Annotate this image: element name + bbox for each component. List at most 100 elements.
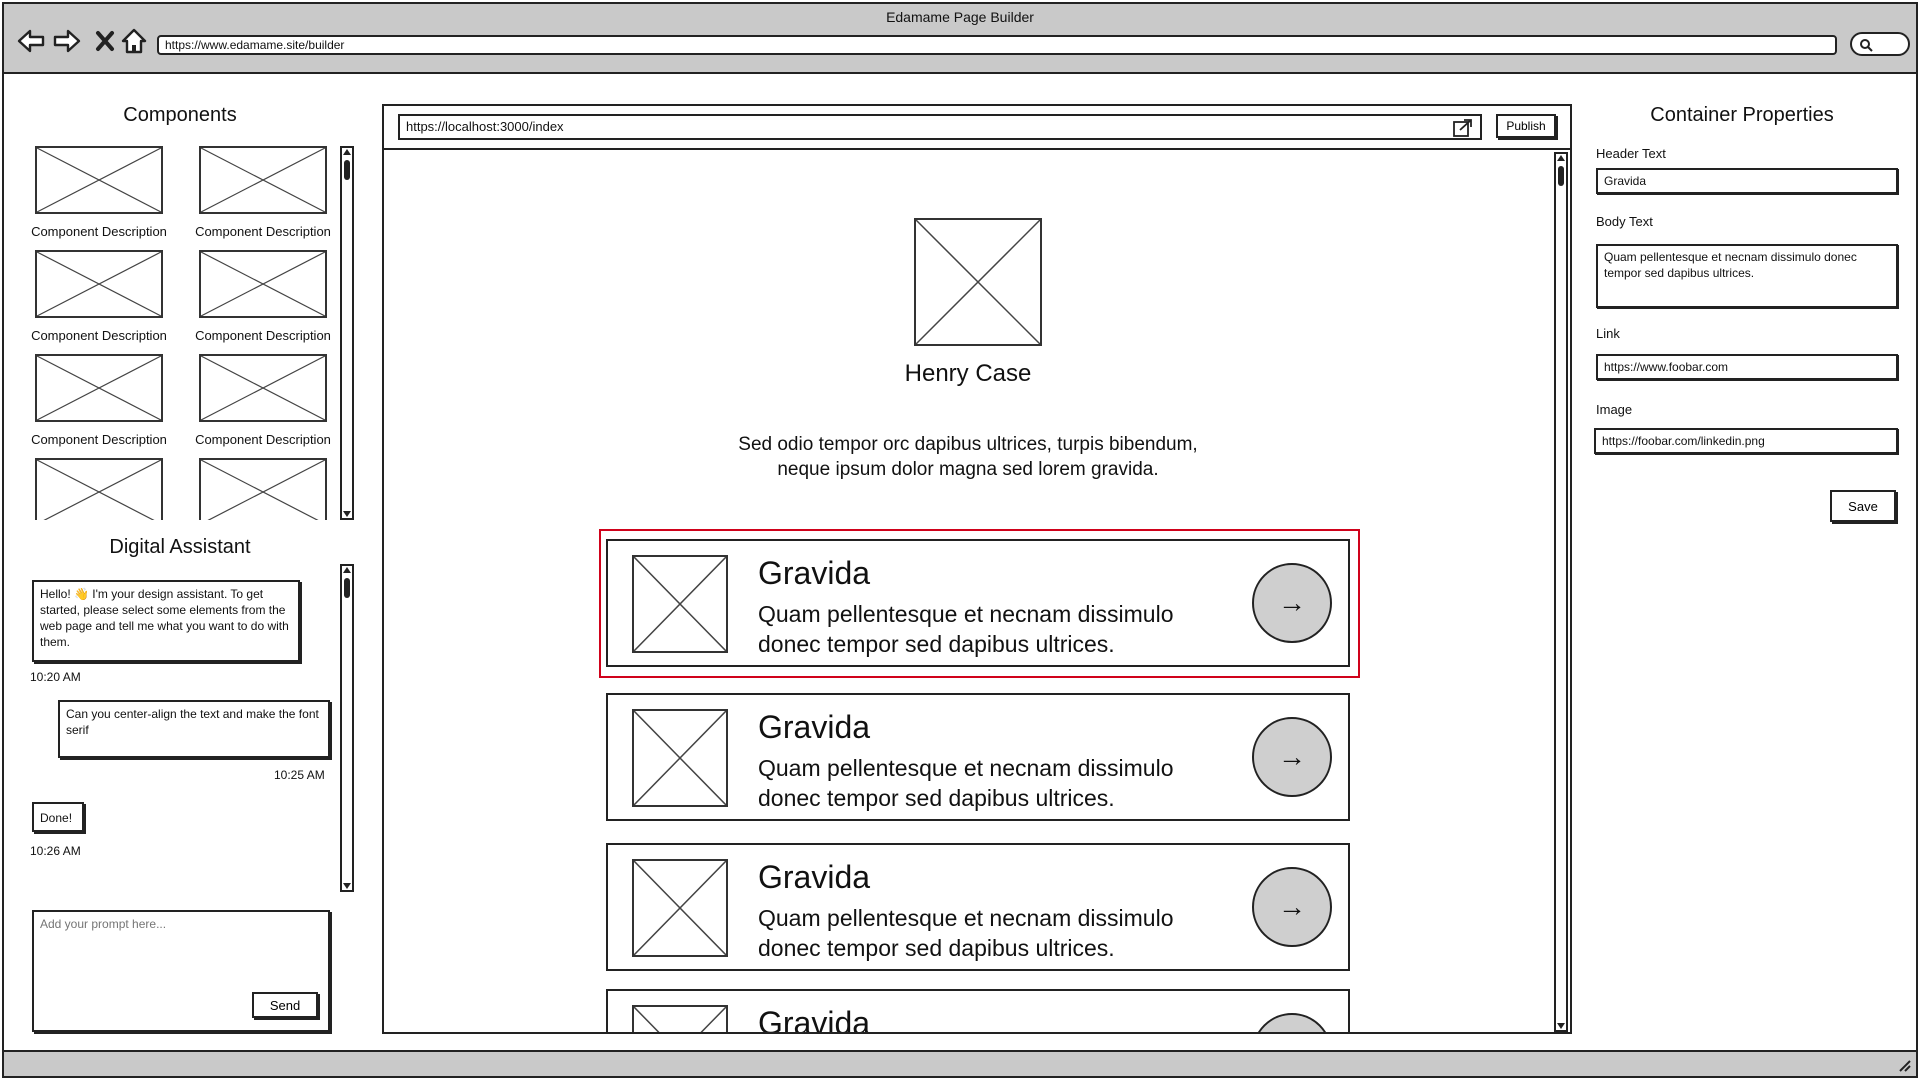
image-placeholder-icon [199,354,327,422]
back-icon[interactable] [16,26,46,56]
card-image-placeholder-icon [632,555,728,653]
component-description: Component Description [31,432,167,447]
component-item[interactable] [188,458,336,520]
card-body-line: donec tempor sed dapibus ultrices. [758,631,1115,657]
card-title: Gravida [758,1005,871,1032]
canvas-scrollbar[interactable] [1554,152,1568,1032]
scroll-down-icon[interactable] [343,883,351,889]
scroll-up-icon[interactable] [343,149,351,155]
component-item[interactable]: Component Description [188,354,336,447]
image-placeholder-icon [35,250,163,318]
resize-grip-icon[interactable] [1896,1057,1912,1073]
component-item[interactable] [24,458,174,520]
card-body-line: donec tempor sed dapibus ultrices. [758,785,1115,811]
arrow-right-icon[interactable]: → [1252,563,1332,643]
component-description: Component Description [195,224,331,239]
page-canvas: https://localhost:3000/index Publish Hen… [382,104,1572,1034]
canvas-toolbar: https://localhost:3000/index Publish [384,106,1570,150]
browser-search-field[interactable] [1850,32,1910,56]
scroll-thumb[interactable] [1558,166,1564,186]
link-card[interactable]: Gravida Quam pellentesque et necnam diss… [606,693,1350,821]
home-icon[interactable] [119,26,149,56]
send-button[interactable]: Send [252,992,318,1018]
chat-scrollbar[interactable] [340,564,354,892]
scroll-down-icon[interactable] [1557,1023,1565,1029]
component-description: Component Description [31,224,167,239]
card-title: Gravida [758,555,871,591]
message-time: 10:20 AM [30,670,81,684]
search-icon [1860,39,1873,52]
link-label: Link [1596,326,1620,341]
arrow-right-icon[interactable]: → [1252,717,1332,797]
image-placeholder-icon [199,458,327,520]
app-window: Edamame Page Builder https://www.edamame… [2,2,1918,1078]
arrow-right-icon[interactable]: → [1252,1013,1332,1032]
assistant-message: Hello! 👋 I'm your design assistant. To g… [32,580,300,662]
open-external-icon[interactable] [1452,118,1474,138]
assistant-title: Digital Assistant [109,536,251,558]
scroll-thumb[interactable] [344,160,350,180]
canvas-viewport: Henry Case Sed odio tempor orc dapibus u… [384,152,1552,1032]
profile-image-placeholder-icon[interactable] [914,218,1042,346]
card-body-line: Quam pellentesque et necnam dissimulo [758,601,1174,627]
prompt-input[interactable] [34,912,328,982]
properties-title: Container Properties [1650,104,1834,126]
component-item[interactable]: Component Description [188,250,336,343]
card-title: Gravida [758,709,871,745]
body-text-input[interactable]: Quam pellentesque et necnam dissimulo do… [1596,244,1898,308]
publish-button[interactable]: Publish [1496,114,1556,138]
message-time: 10:26 AM [30,844,81,858]
status-bar [4,1050,1916,1076]
link-card-selected[interactable]: Gravida Quam pellentesque et necnam diss… [606,539,1350,667]
user-message: Can you center-align the text and make t… [58,700,330,758]
scroll-up-icon[interactable] [343,567,351,573]
component-description: Component Description [31,328,167,343]
image-placeholder-icon [35,458,163,520]
component-item[interactable]: Component Description [188,146,336,239]
bio-line: neque ipsum dolor magna sed lorem gravid… [777,459,1159,480]
header-text-label: Header Text [1596,146,1666,161]
component-item[interactable]: Component Description [24,146,174,239]
image-placeholder-icon [35,354,163,422]
link-card[interactable]: Gravida Quam pellentesque et necnam diss… [606,843,1350,971]
canvas-url-text: https://localhost:3000/index [406,119,564,134]
components-scrollbar[interactable] [340,146,354,520]
save-button[interactable]: Save [1830,490,1896,522]
body-text-label: Body Text [1596,214,1653,229]
components-grid: Component Description Component Descript… [24,146,336,520]
scroll-thumb[interactable] [344,578,350,598]
card-body: Quam pellentesque et necnam dissimulo do… [758,599,1174,659]
bio-line: Sed odio tempor orc dapibus ultrices, tu… [738,434,1198,455]
canvas-url-field[interactable]: https://localhost:3000/index [398,114,1482,140]
card-image-placeholder-icon [632,859,728,957]
image-label: Image [1596,402,1633,417]
address-bar[interactable]: https://www.edamame.site/builder [157,35,1837,55]
scroll-down-icon[interactable] [343,511,351,517]
link-input[interactable]: https://www.foobar.com [1596,354,1898,380]
component-item[interactable]: Component Description [24,354,174,447]
card-image-placeholder-icon [632,709,728,807]
card-body: Quam pellentesque et necnam dissimulo do… [758,753,1174,813]
arrow-right-icon[interactable]: → [1252,867,1332,947]
card-image-placeholder-icon [632,1005,728,1032]
component-item[interactable]: Component Description [24,250,174,343]
assistant-message: Done! [32,802,84,832]
image-url-input[interactable]: https://foobar.com/linkedin.png [1594,428,1898,454]
profile-bio[interactable]: Sed odio tempor orc dapibus ultrices, tu… [384,432,1552,482]
prompt-box: Send [32,910,330,1032]
card-body-line: Quam pellentesque et necnam dissimulo [758,755,1174,781]
components-title: Components [123,104,237,126]
scroll-up-icon[interactable] [1557,155,1565,161]
profile-name[interactable]: Henry Case [384,360,1552,388]
card-body-line: Quam pellentesque et necnam dissimulo [758,905,1174,931]
image-placeholder-icon [35,146,163,214]
image-placeholder-icon [199,250,327,318]
forward-icon[interactable] [52,26,82,56]
link-card[interactable]: Gravida → [606,989,1350,1032]
header-text-input[interactable]: Gravida [1596,168,1898,194]
stop-icon[interactable] [90,26,120,56]
card-title: Gravida [758,859,871,895]
card-body-line: donec tempor sed dapibus ultrices. [758,935,1115,961]
component-description: Component Description [195,328,331,343]
component-description: Component Description [195,432,331,447]
